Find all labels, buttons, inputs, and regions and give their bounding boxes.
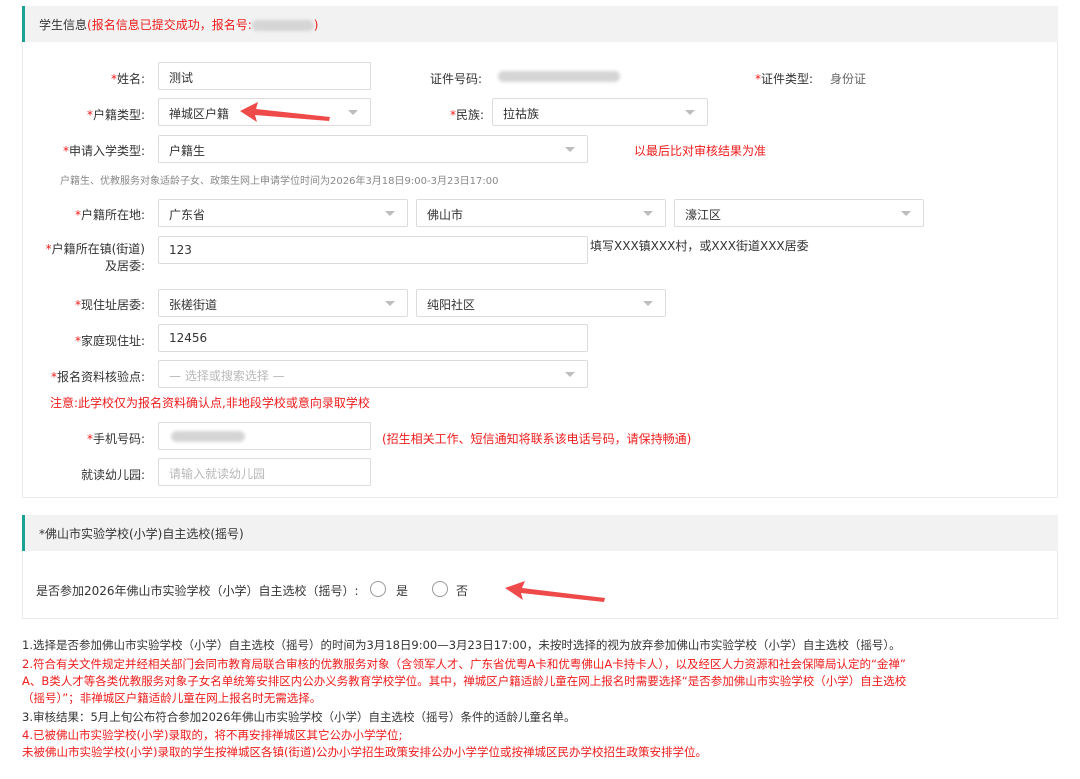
chevron-down-icon [643, 301, 653, 306]
apply-type-note: 以最后比对审核结果为准 [634, 144, 767, 158]
lottery-question: 是否参加2026年佛山市实验学校（小学）自主选校（摇号）: [36, 584, 359, 598]
home-address-value: 12456 [169, 331, 208, 345]
chevron-down-icon [348, 110, 358, 115]
community-value: 纯阳社区 [427, 298, 476, 312]
lottery-title: *佛山市实验学校(小学)自主选校(摇号) [39, 527, 244, 541]
hukou-town-label: *户籍所在镇(街道) 及居委: [45, 242, 145, 273]
phone-note: (招生相关工作、短信通知将联系该电话号码，请保持畅通) [382, 432, 692, 446]
residence-committee-label: *现住址居委: [74, 298, 145, 312]
lottery-yes-label[interactable]: 是 [396, 582, 408, 599]
hukou-type-label: *户籍类型: [86, 108, 145, 122]
name-label: *姓名: [110, 72, 145, 86]
phone-label: *手机号码: [86, 432, 145, 446]
chevron-down-icon [901, 211, 911, 216]
lottery-yes-radio[interactable] [370, 581, 386, 597]
name-value: 测试 [169, 71, 194, 85]
submit-status-note: (报名信息已提交成功，报名号: [87, 18, 252, 32]
note-1: 1.选择是否参加佛山市实验学校（小学）自主选校（摇号）的时间为3月18日9:00… [22, 638, 901, 652]
chevron-down-icon [565, 147, 575, 152]
hukou-town-value: 123 [169, 243, 192, 257]
hukou-town-input[interactable]: 123 [158, 236, 588, 264]
province-value: 广东省 [169, 208, 206, 222]
lottery-header: *佛山市实验学校(小学)自主选校(摇号) [22, 515, 1058, 551]
id-type-value: 身份证 [830, 72, 867, 86]
phone-redacted [171, 431, 245, 442]
name-input[interactable]: 测试 [158, 62, 371, 90]
kindergarten-placeholder: 请输入就读幼儿园 [169, 467, 266, 481]
submit-status-note-end: ) [313, 18, 319, 32]
registration-number-redacted [251, 20, 314, 31]
hukou-town-note: 填写XXX镇XXX村，或XXX街道XXX居委 [590, 239, 809, 253]
id-number-redacted [498, 71, 620, 82]
city-value: 佛山市 [427, 208, 464, 222]
hukou-location-label: *户籍所在地: [74, 208, 145, 222]
verify-point-warning: 注意:此学校仅为报名资料确认点,非地段学校或意向录取学校 [50, 396, 370, 410]
province-select[interactable]: 广东省 [158, 199, 408, 227]
home-address-label: *家庭现住址: [74, 334, 145, 348]
apply-time-hint: 户籍生、优教服务对象适龄子女、政策生网上申请学位时间为2026年3月18日9:0… [60, 176, 499, 187]
lottery-no-label[interactable]: 否 [456, 582, 468, 599]
chevron-down-icon [685, 110, 695, 115]
kindergarten-label: 就读幼儿园: [80, 468, 145, 482]
verify-point-label: *报名资料核验点: [50, 370, 145, 384]
verify-point-select[interactable]: — 选择或搜索选择 — [158, 360, 588, 388]
city-select[interactable]: 佛山市 [416, 199, 666, 227]
apply-type-select[interactable]: 户籍生 [158, 135, 588, 163]
kindergarten-input[interactable]: 请输入就读幼儿园 [158, 458, 371, 486]
ethnicity-value: 拉祜族 [503, 107, 540, 121]
ethnicity-select[interactable]: 拉祜族 [492, 98, 708, 126]
note-2: 2.符合有关文件规定并经相关部门会同市教育局联合审核的优教服务对象（含领军人才、… [22, 657, 907, 705]
student-info-header: 学生信息(报名信息已提交成功，报名号:) [22, 6, 1058, 42]
note-4: 4.已被佛山市实验学校(小学)录取的，将不再安排禅城区其它公办小学学位; 未被佛… [22, 728, 707, 759]
district-value: 濠江区 [685, 208, 722, 222]
student-info-title: 学生信息(报名信息已提交成功，报名号:) [39, 16, 318, 33]
hukou-type-value: 禅城区户籍 [169, 107, 230, 121]
chevron-down-icon [385, 301, 395, 306]
arrow-annotation-icon [240, 102, 330, 122]
street-select[interactable]: 张槎街道 [158, 289, 408, 317]
community-select[interactable]: 纯阳社区 [416, 289, 666, 317]
chevron-down-icon [643, 211, 653, 216]
lottery-no-radio[interactable] [432, 581, 448, 597]
id-number-label: 证件号码: [430, 72, 483, 86]
street-value: 张槎街道 [169, 298, 218, 312]
apply-type-label: *申请入学类型: [62, 144, 145, 158]
note-3: 3.审核结果：5月上旬公布符合参加2026年佛山市实验学校（小学）自主选校（摇号… [22, 710, 576, 724]
section-title: 学生信息 [39, 18, 88, 32]
chevron-down-icon [385, 211, 395, 216]
home-address-input[interactable]: 12456 [158, 324, 588, 352]
ethnicity-label: *民族: [449, 108, 484, 122]
apply-type-value: 户籍生 [169, 144, 206, 158]
phone-input[interactable] [158, 422, 371, 450]
id-type-label: *证件类型: [755, 72, 814, 86]
district-select[interactable]: 濠江区 [674, 199, 924, 227]
chevron-down-icon [565, 372, 575, 377]
verify-point-placeholder: — 选择或搜索选择 — [169, 369, 285, 383]
arrow-annotation-icon [505, 581, 605, 602]
